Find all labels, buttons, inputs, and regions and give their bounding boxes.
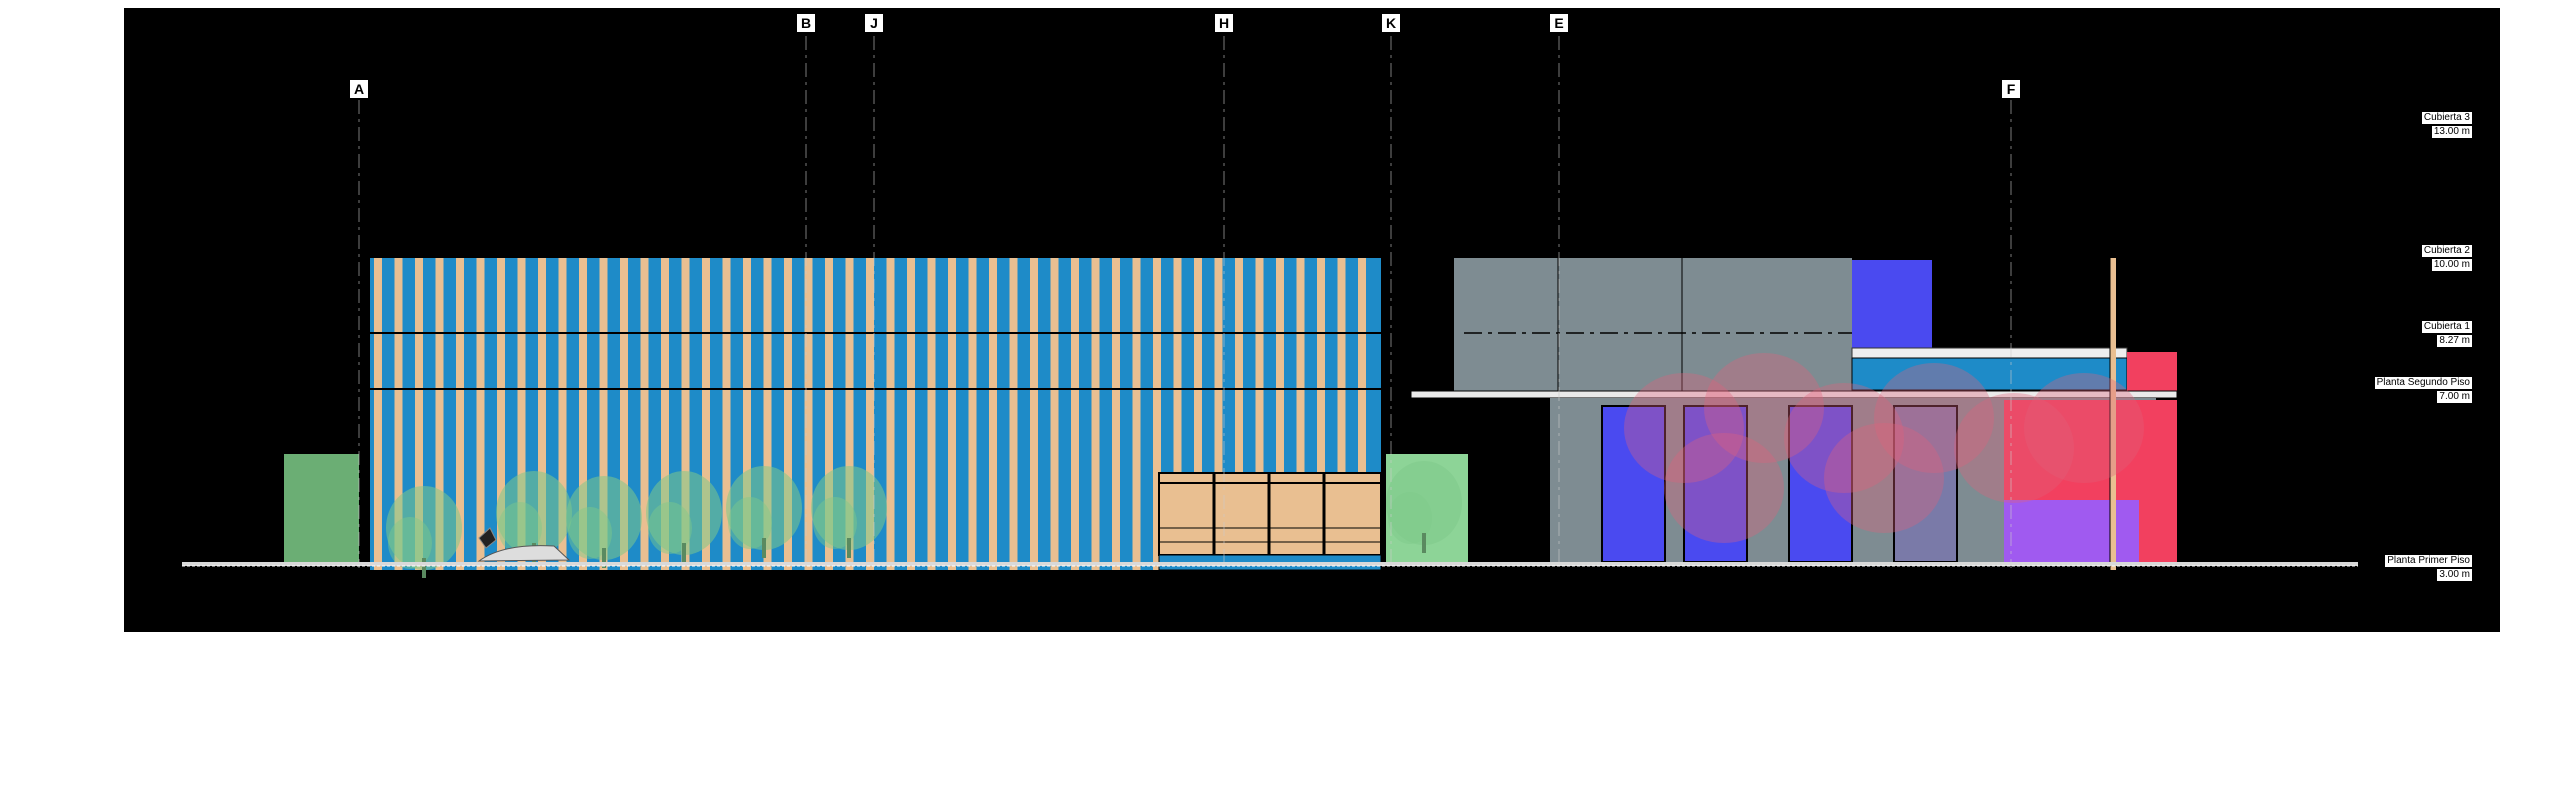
elevation-drawing: A B J H K E F Cubierta 3 13.00 m Cubiert… [124, 8, 2500, 632]
grid-bubble-a: A [350, 80, 368, 98]
purple-wall [2004, 500, 2139, 562]
wood-slat [374, 258, 382, 570]
ground-line [182, 562, 2358, 567]
level-name: Cubierta 1 [2421, 321, 2472, 333]
grid-bubble-b: B [797, 14, 815, 32]
grid-bubble-e: E [1550, 14, 1568, 32]
tree-canopy [2024, 373, 2144, 483]
level-value: 10.00 m [2431, 259, 2472, 271]
tree-canopy [1664, 433, 1784, 543]
red-volume [2127, 352, 2177, 392]
grid-bubble-k: K [1382, 14, 1400, 32]
wood-slat [1091, 258, 1100, 570]
wood-slat [886, 258, 895, 570]
level-name: Planta Primer Piso [2385, 555, 2472, 567]
wood-slat [968, 258, 977, 570]
grid-bubble-j: J [865, 14, 883, 32]
wood-slat [907, 258, 915, 570]
wood-slat [1112, 258, 1120, 570]
wood-slat [1009, 258, 1018, 570]
grid-bubble-h: H [1215, 14, 1233, 32]
level-value: 13.00 m [2431, 126, 2472, 138]
wood-slat [1030, 258, 1038, 570]
wood-slat [989, 258, 997, 570]
wood-slat [1050, 258, 1059, 570]
grid-bubble-f: F [2002, 80, 2020, 98]
level-value: 7.00 m [2437, 391, 2472, 403]
blue-volume [1852, 260, 1932, 352]
level-value: 3.00 m [2437, 569, 2472, 581]
level-value: 8.27 m [2437, 335, 2472, 347]
wood-slat [1132, 258, 1141, 570]
hedge [284, 454, 359, 562]
tree-canopy [1824, 423, 1944, 533]
red-wall [2139, 400, 2177, 562]
wood-slat [476, 258, 485, 570]
elevation-artwork [182, 36, 2358, 578]
level-name: Planta Segundo Piso [2374, 377, 2472, 389]
level-name: Cubierta 2 [2421, 245, 2472, 257]
wood-slat [927, 258, 936, 570]
wood-slat [948, 258, 956, 570]
wood-slat [1071, 258, 1079, 570]
level-name: Cubierta 3 [2421, 112, 2472, 124]
